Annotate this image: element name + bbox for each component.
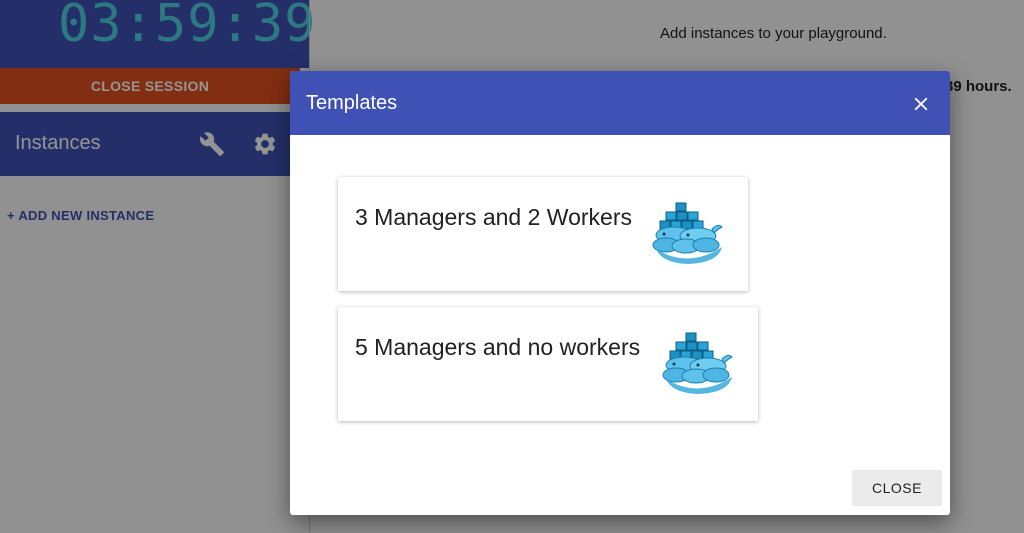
dialog-title: Templates <box>306 92 398 114</box>
template-label: 5 Managers and no workers <box>355 334 641 360</box>
template-card-5-managers-no-workers[interactable]: 5 Managers and no workers <box>338 307 758 421</box>
docker-whale-icon <box>662 332 733 394</box>
template-card-3-managers-2-workers[interactable]: 3 Managers and 2 Workers <box>338 177 748 291</box>
templates-dialog: Templates 3 Managers and 2 Workers 5 Man… <box>290 71 950 515</box>
template-label: 3 Managers and 2 Workers <box>355 204 632 230</box>
close-button[interactable]: CLOSE <box>852 470 942 506</box>
dialog-header: Templates <box>290 71 950 135</box>
close-icon[interactable] <box>910 93 932 115</box>
docker-whale-icon <box>652 202 723 264</box>
